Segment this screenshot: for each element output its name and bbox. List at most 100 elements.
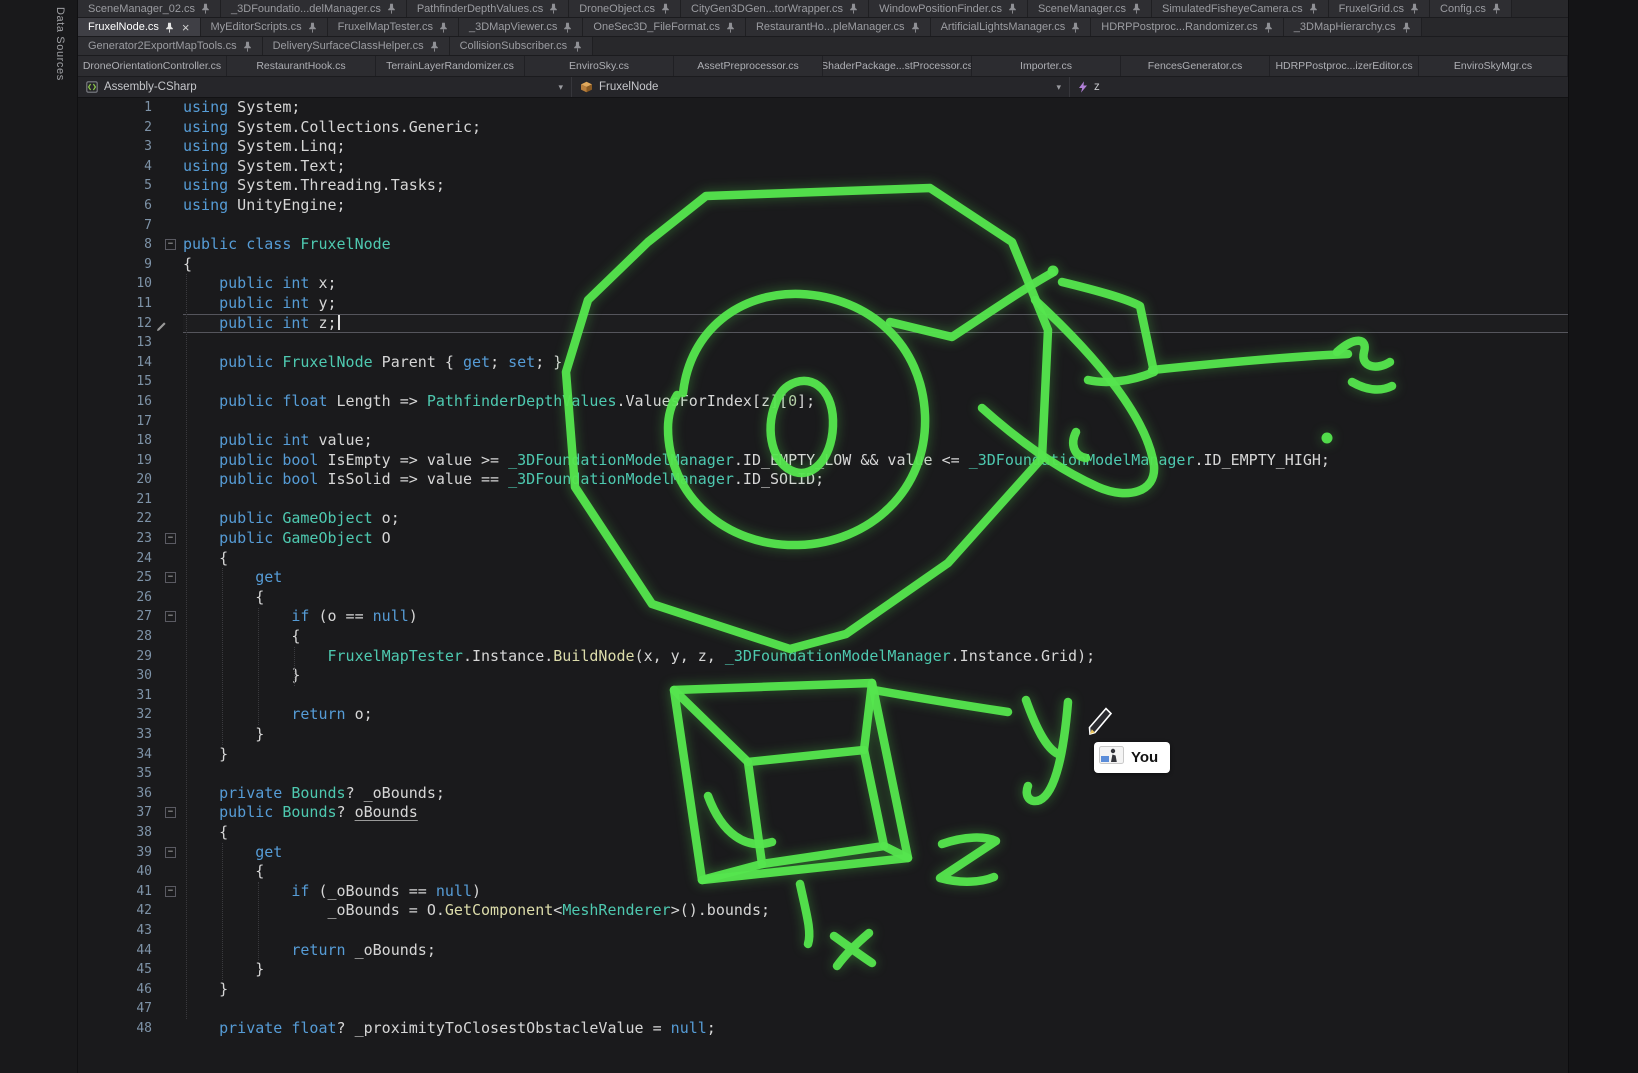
pin-icon[interactable] [661, 3, 670, 14]
code-line[interactable]: 23− public GameObject O [78, 529, 1568, 549]
code-line[interactable]: 9{ [78, 255, 1568, 275]
editor-tab[interactable]: MyEditorScripts.cs [201, 18, 328, 36]
code-text[interactable]: using System.Text; [183, 157, 1568, 177]
code-text[interactable]: { [183, 255, 1568, 275]
code-line[interactable]: 36 private Bounds? _oBounds; [78, 784, 1568, 804]
code-line[interactable]: 19 public bool IsEmpty => value >= _3DFo… [78, 451, 1568, 471]
code-text[interactable]: _oBounds = O.GetComponent<MeshRenderer>(… [183, 901, 1568, 921]
editor-tab[interactable]: _3DFoundatio...delManager.cs [221, 0, 407, 17]
editor-tab[interactable]: HDRPPostproc...Randomizer.cs [1091, 18, 1284, 36]
pin-icon[interactable] [1402, 22, 1411, 33]
code-text[interactable]: get [183, 843, 1568, 863]
code-line[interactable]: 6using UnityEngine; [78, 196, 1568, 216]
editor-tab[interactable]: EnviroSkyMgr.cs [1419, 56, 1568, 76]
code-line[interactable]: 11 public int y; [78, 294, 1568, 314]
pin-icon[interactable] [201, 3, 210, 14]
code-text[interactable] [183, 921, 1568, 941]
fold-collapse-icon[interactable]: − [165, 239, 176, 250]
code-line[interactable]: 44 return _oBounds; [78, 941, 1568, 961]
editor-tab[interactable]: WindowPositionFinder.cs [869, 0, 1028, 17]
pin-icon[interactable] [430, 41, 439, 52]
editor-tab[interactable]: Config.cs [1430, 0, 1512, 17]
code-line[interactable]: 4using System.Text; [78, 157, 1568, 177]
project-dropdown[interactable]: Assembly-CSharp ▾ [78, 77, 572, 97]
code-line[interactable]: 41− if (_oBounds == null) [78, 882, 1568, 902]
code-line[interactable]: 27− if (o == null) [78, 607, 1568, 627]
pin-icon[interactable] [1492, 3, 1501, 14]
code-line[interactable]: 37− public Bounds? oBounds [78, 803, 1568, 823]
code-line-current[interactable]: 12 public int z; [78, 314, 1568, 334]
code-line[interactable]: 32 return o; [78, 705, 1568, 725]
code-line[interactable]: 30 } [78, 666, 1568, 686]
pin-icon[interactable] [165, 22, 174, 33]
code-line[interactable]: 20 public bool IsSolid => value == _3DFo… [78, 470, 1568, 490]
code-line[interactable]: 28 { [78, 627, 1568, 647]
editor-tab[interactable]: CollisionSubscriber.cs [450, 37, 594, 55]
editor-tab[interactable]: RestaurantHo...pleManager.cs [746, 18, 931, 36]
code-line[interactable]: 1using System; [78, 98, 1568, 118]
code-editor[interactable]: 1using System;2using System.Collections.… [78, 98, 1568, 1073]
code-text[interactable] [183, 686, 1568, 706]
code-line[interactable]: 24 { [78, 549, 1568, 569]
code-text[interactable]: using System; [183, 98, 1568, 118]
editor-tab[interactable]: TerrainLayerRandomizer.cs [376, 56, 525, 76]
code-text[interactable]: { [183, 823, 1568, 843]
code-text[interactable]: public int value; [183, 431, 1568, 451]
fold-collapse-icon[interactable]: − [165, 847, 176, 858]
code-line[interactable]: 39− get [78, 843, 1568, 863]
code-line[interactable]: 35 [78, 764, 1568, 784]
code-text[interactable]: public int x; [183, 274, 1568, 294]
code-line[interactable]: 2using System.Collections.Generic; [78, 118, 1568, 138]
code-text[interactable] [183, 216, 1568, 236]
pin-icon[interactable] [308, 22, 317, 33]
code-line[interactable]: 45 } [78, 960, 1568, 980]
editor-tab[interactable]: HDRPPostproc...izerEditor.cs [1270, 56, 1419, 76]
code-line[interactable]: 10 public int x; [78, 274, 1568, 294]
code-text[interactable]: private float? _proximityToClosestObstac… [183, 1019, 1568, 1039]
pin-icon[interactable] [911, 22, 920, 33]
editor-tab[interactable]: SceneManager_02.cs [78, 0, 221, 17]
code-text[interactable]: } [183, 745, 1568, 765]
code-line[interactable]: 43 [78, 921, 1568, 941]
code-text[interactable]: using System.Threading.Tasks; [183, 176, 1568, 196]
code-line[interactable]: 25− get [78, 568, 1568, 588]
editor-tab-active[interactable]: FruxelNode.cs× [78, 18, 201, 36]
type-dropdown[interactable]: FruxelNode ▾ [572, 77, 1070, 97]
presence-label[interactable]: You [1094, 742, 1170, 773]
code-text[interactable]: get [183, 568, 1568, 588]
pin-icon[interactable] [1008, 3, 1017, 14]
code-text[interactable]: public int z; [183, 314, 1568, 334]
code-text[interactable]: public int y; [183, 294, 1568, 314]
code-text[interactable]: public GameObject O [183, 529, 1568, 549]
editor-tab[interactable]: Importer.cs [972, 56, 1121, 76]
close-icon[interactable]: × [182, 21, 190, 34]
pin-icon[interactable] [563, 22, 572, 33]
editor-tab[interactable]: OneSec3D_FileFormat.cs [583, 18, 746, 36]
editor-tab[interactable]: Generator2ExportMapTools.cs [78, 37, 263, 55]
editor-tab[interactable]: SceneManager.cs [1028, 0, 1152, 17]
code-text[interactable]: public Bounds? oBounds [183, 803, 1568, 823]
code-text[interactable]: return _oBounds; [183, 941, 1568, 961]
code-text[interactable] [183, 412, 1568, 432]
code-text[interactable]: } [183, 666, 1568, 686]
editor-tab[interactable]: RestaurantHook.cs [227, 56, 376, 76]
code-line[interactable]: 15 [78, 372, 1568, 392]
pin-icon[interactable] [1071, 22, 1080, 33]
fold-collapse-icon[interactable]: − [165, 533, 176, 544]
code-line[interactable]: 31 [78, 686, 1568, 706]
code-text[interactable] [183, 764, 1568, 784]
editor-tab[interactable]: DroneObject.cs [569, 0, 681, 17]
code-line[interactable]: 14 public FruxelNode Parent { get; set; … [78, 353, 1568, 373]
editor-tab[interactable]: DroneOrientationController.cs [78, 56, 227, 76]
code-line[interactable]: 18 public int value; [78, 431, 1568, 451]
editor-tab[interactable]: SimulatedFisheyeCamera.cs [1152, 0, 1329, 17]
code-line[interactable]: 22 public GameObject o; [78, 509, 1568, 529]
code-text[interactable]: } [183, 960, 1568, 980]
editor-tab[interactable]: AssetPreprocessor.cs [674, 56, 823, 76]
code-line[interactable]: 34 } [78, 745, 1568, 765]
member-dropdown[interactable]: z [1070, 77, 1568, 97]
fold-collapse-icon[interactable]: − [165, 611, 176, 622]
code-text[interactable]: } [183, 725, 1568, 745]
fold-collapse-icon[interactable]: − [165, 886, 176, 897]
editor-tab[interactable]: FruxelGrid.cs [1329, 0, 1430, 17]
